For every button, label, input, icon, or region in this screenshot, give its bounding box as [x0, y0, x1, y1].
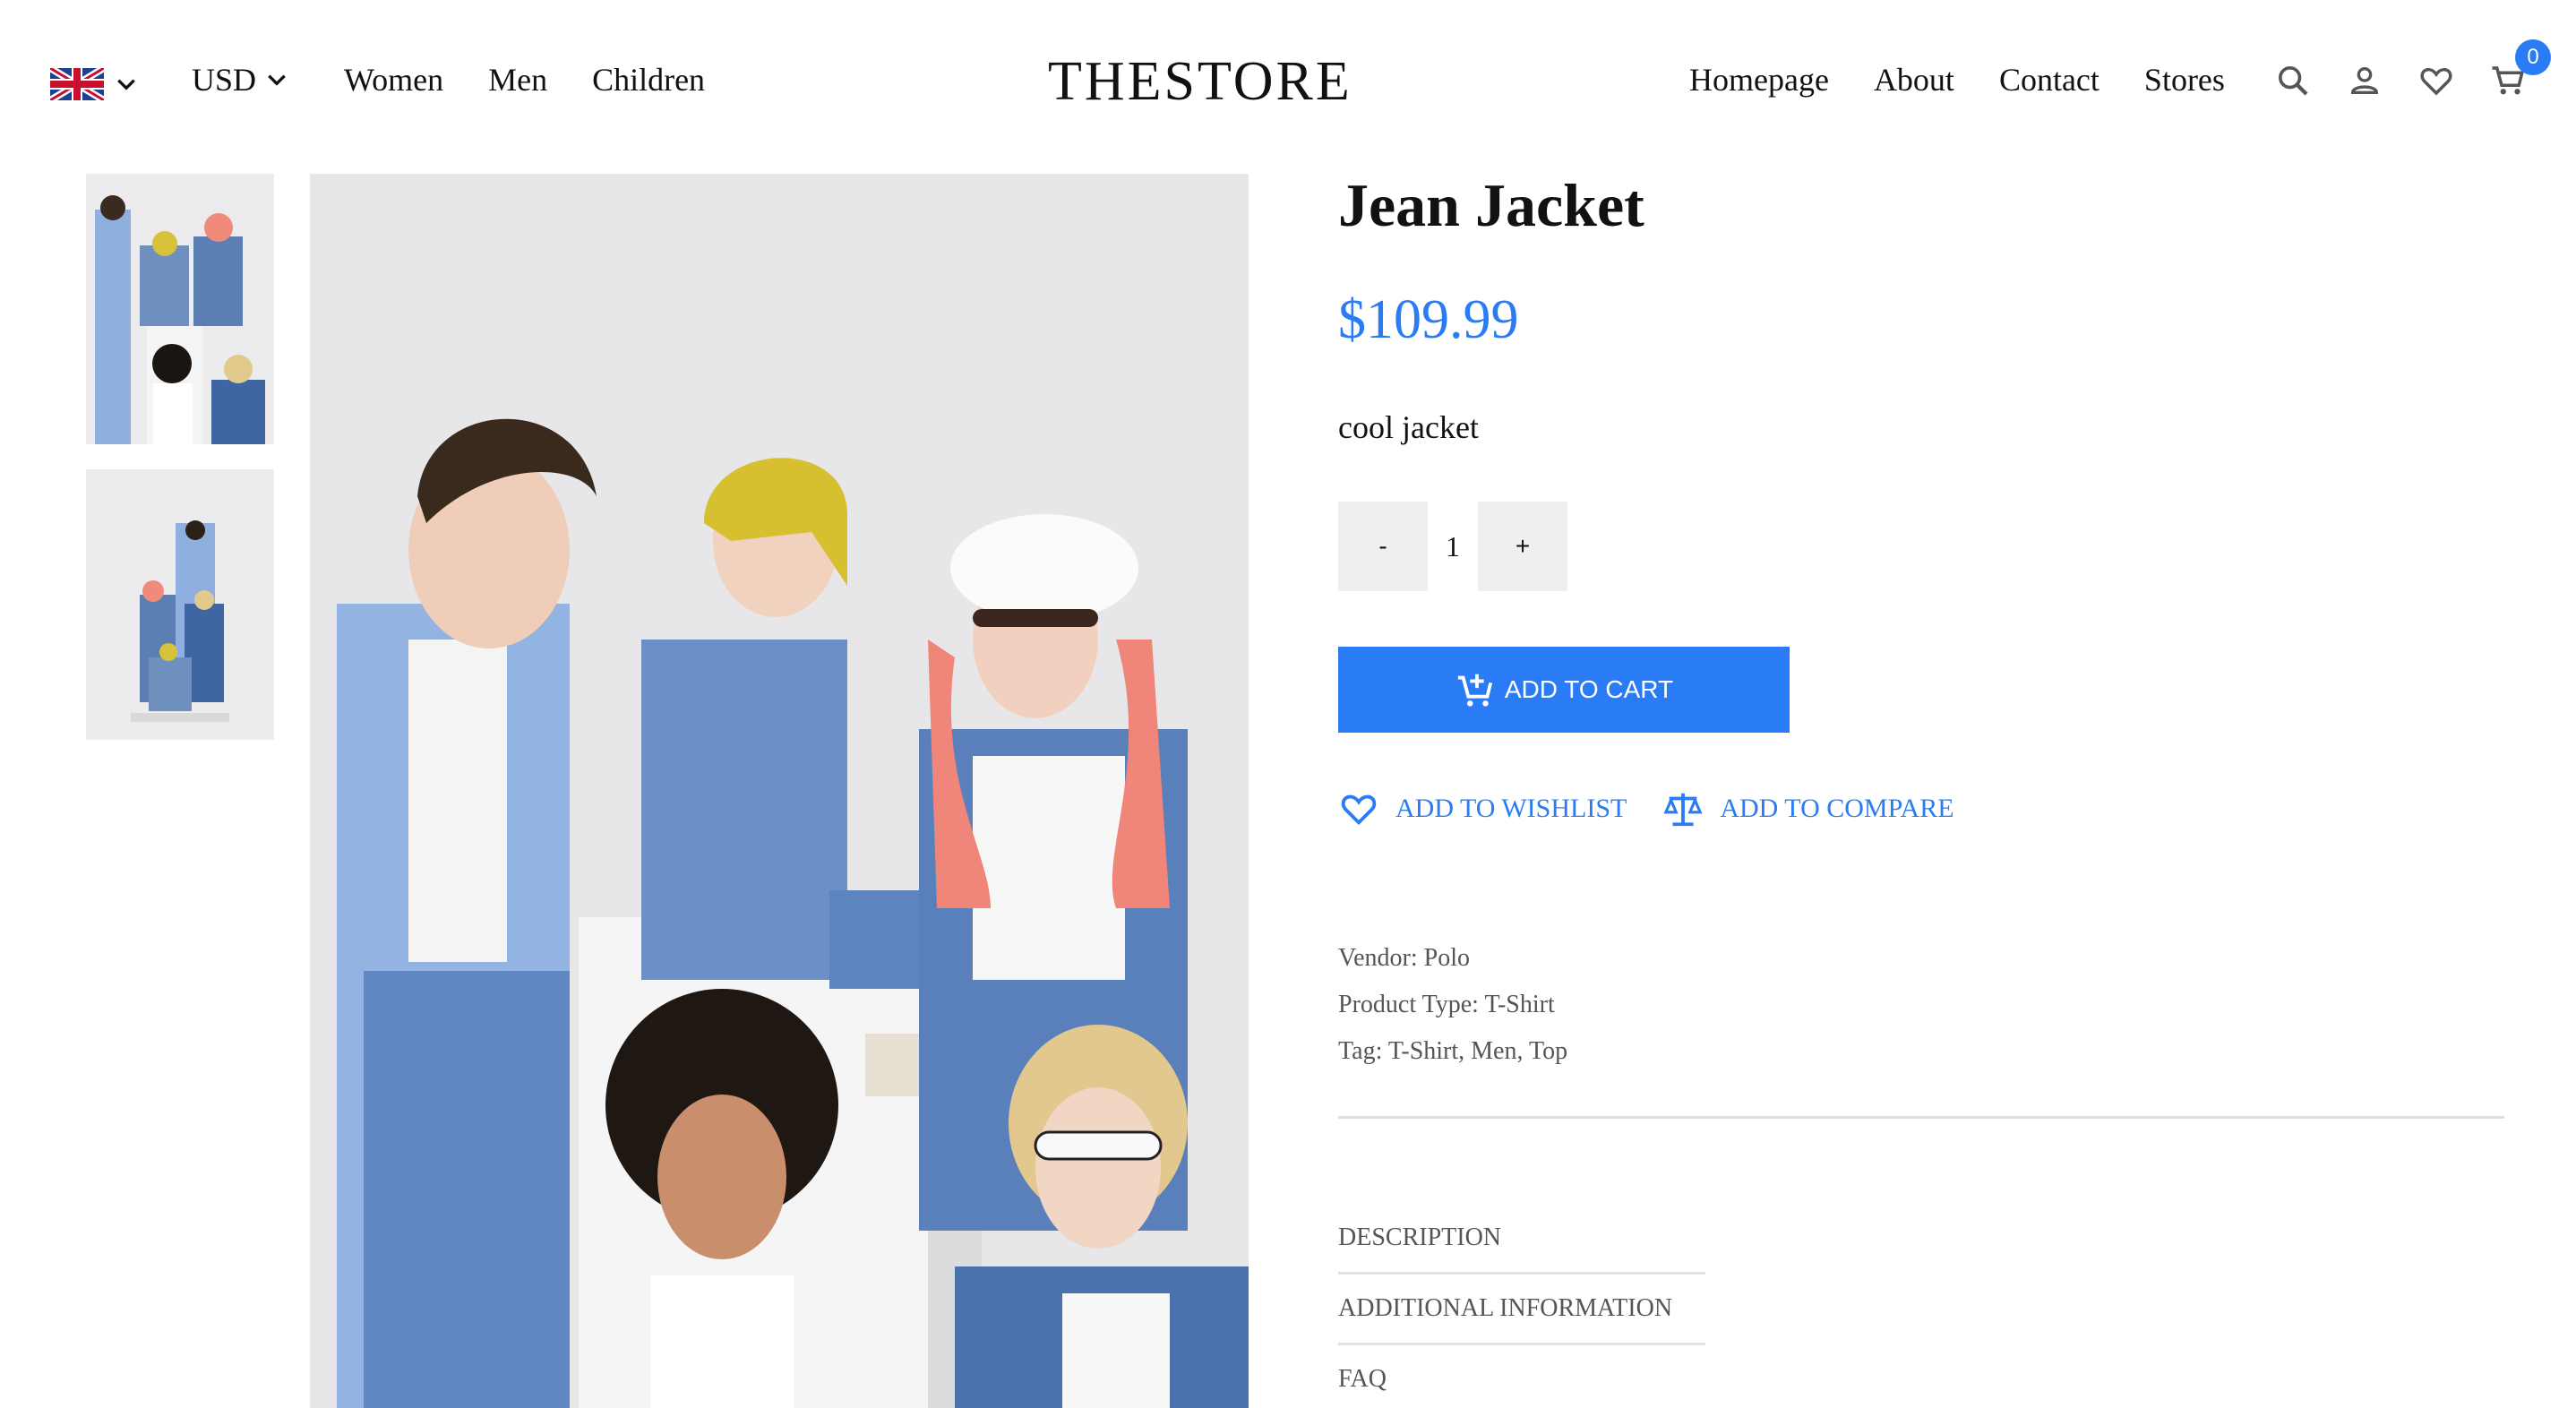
search-icon[interactable]: [2273, 61, 2313, 100]
product-short-description: cool jacket: [1338, 409, 1479, 445]
nav-women[interactable]: Women: [344, 61, 443, 99]
divider: [1338, 1116, 2504, 1119]
add-to-cart-label: ADD TO CART: [1504, 675, 1674, 703]
language-selector[interactable]: [50, 68, 138, 100]
quantity-decrease-button[interactable]: -: [1338, 502, 1428, 591]
product-title: Jean Jacket: [1338, 171, 1644, 239]
currency-label: USD: [192, 62, 257, 98]
product-price: $109.99: [1338, 289, 1519, 350]
currency-selector[interactable]: USD: [192, 61, 288, 99]
quantity-value[interactable]: 1: [1428, 530, 1478, 563]
nav-about[interactable]: About: [1874, 61, 1954, 99]
quantity-stepper: - 1 +: [1338, 502, 1567, 591]
tags-text: Tag: T-Shirt, Men, Top: [1338, 1037, 1568, 1065]
chevron-down-icon: [117, 79, 135, 90]
add-to-compare-link[interactable]: ADD TO COMPARE: [1662, 788, 1954, 829]
store-logo[interactable]: THESTORE: [1048, 50, 1352, 114]
product-type-text: Product Type: T-Shirt: [1338, 991, 1555, 1018]
add-cart-icon: [1457, 674, 1492, 707]
header-icons: 0: [2273, 39, 2551, 100]
cart-count-badge: 0: [2515, 39, 2551, 75]
main-nav: Homepage About Contact Stores: [1689, 61, 2225, 99]
nav-stores[interactable]: Stores: [2144, 61, 2225, 99]
product-tabs: DESCRIPTION ADDITIONAL INFORMATION FAQ: [1338, 1204, 1705, 1408]
tab-faq[interactable]: FAQ: [1338, 1345, 1705, 1408]
nav-men[interactable]: Men: [488, 61, 547, 99]
product-page: USD Women Men Children THESTORE Homepage…: [0, 0, 2576, 1408]
cart-icon[interactable]: 0: [2488, 39, 2551, 100]
tab-description[interactable]: DESCRIPTION: [1338, 1204, 1705, 1272]
user-icon[interactable]: [2345, 61, 2384, 100]
add-to-wishlist-label: ADD TO WISHLIST: [1395, 794, 1627, 823]
nav-homepage[interactable]: Homepage: [1689, 61, 1829, 99]
category-nav: Women Men Children: [344, 61, 705, 99]
product-main-image[interactable]: [310, 174, 1249, 1408]
vendor-text: Vendor: Polo: [1338, 944, 1470, 972]
quantity-increase-button[interactable]: +: [1478, 502, 1567, 591]
add-to-cart-button[interactable]: ADD TO CART: [1338, 647, 1790, 733]
add-to-wishlist-link[interactable]: ADD TO WISHLIST: [1338, 788, 1627, 829]
site-header: USD Women Men Children THESTORE Homepage…: [0, 0, 2576, 170]
heart-icon[interactable]: [2417, 61, 2456, 100]
tab-additional-information[interactable]: ADDITIONAL INFORMATION: [1338, 1275, 1705, 1343]
product-thumbnail[interactable]: [86, 174, 274, 444]
nav-contact[interactable]: Contact: [1999, 61, 2099, 99]
product-thumbnail[interactable]: [86, 469, 274, 740]
chevron-down-icon: [268, 74, 286, 86]
product-actions: ADD TO WISHLIST ADD TO COMPARE: [1338, 788, 1954, 829]
heart-icon: [1341, 794, 1377, 826]
add-to-compare-label: ADD TO COMPARE: [1720, 794, 1954, 823]
scale-icon: [1663, 793, 1703, 827]
nav-children[interactable]: Children: [592, 61, 705, 99]
product-meta: Vendor: Polo Product Type: T-Shirt Tag: …: [1338, 935, 1567, 1075]
uk-flag-icon: [50, 68, 104, 100]
